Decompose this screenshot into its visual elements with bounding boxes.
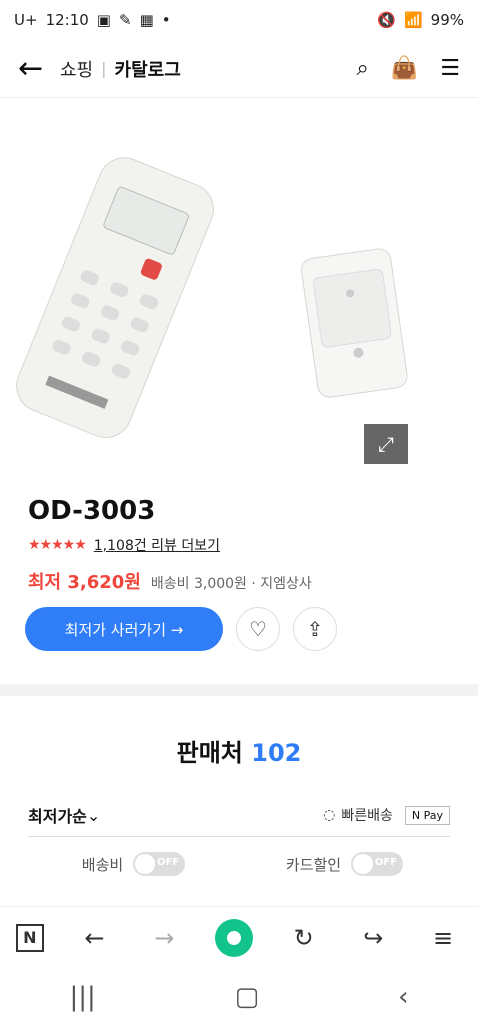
shipping-toggle[interactable]: OFF <box>133 852 186 876</box>
toggle-off-label: OFF <box>157 857 180 868</box>
header-actions: ⌕ 👜 ☰ <box>357 56 460 81</box>
status-bar: U+ 12:10 ▣ ✎ ▦ • 🔇 📶 99% <box>0 0 478 40</box>
forward-arrow-icon[interactable]: → <box>145 919 183 957</box>
remote-illustration <box>16 157 408 438</box>
green-circle-icon[interactable] <box>214 918 253 957</box>
naver-home-icon[interactable]: N <box>15 923 44 952</box>
recent-apps-icon[interactable]: ||| <box>69 982 95 1012</box>
gallery-icon: ▣ <box>96 11 111 29</box>
sellers-label: 판매처 <box>176 739 243 767</box>
npay-badge[interactable]: N Pay <box>404 805 450 825</box>
shipping-filter-label: 배송비 <box>81 855 124 874</box>
back-icon[interactable]: ← <box>18 51 52 86</box>
carrier-label: U+ <box>14 11 38 29</box>
reviews-link[interactable]: 1,108건 리뷰 더보기 <box>94 535 220 555</box>
share-arrow-icon[interactable]: ↪ <box>354 919 392 957</box>
sort-row: 최저가순 ⌄ ◌ 빠른배송 N Pay <box>28 798 450 832</box>
price-row: 최저 3,620원 배송비 3,000원 · 지엠상사 <box>28 568 312 594</box>
wifi-icon: 📶 <box>403 11 423 29</box>
shipping-seller: 배송비 3,000원 · 지엠상사 <box>150 576 312 592</box>
card-toggle[interactable]: OFF <box>351 852 404 876</box>
status-left: U+ 12:10 ▣ ✎ ▦ • <box>14 11 171 29</box>
product-image <box>0 100 478 480</box>
sellers-count: 102 <box>251 739 302 767</box>
menu-lines-icon[interactable]: ≡ <box>424 919 462 957</box>
product-title: OD-3003 <box>28 496 156 526</box>
edit-icon: ✎ <box>118 11 132 29</box>
wishlist-button[interactable]: ♡ <box>236 607 280 651</box>
shipping-filter: 배송비 OFF <box>28 852 239 876</box>
search-icon[interactable]: ⌕ <box>357 56 369 81</box>
share-icon: ⇪ <box>306 617 324 641</box>
header: ← 쇼핑 | 카탈로그 ⌕ 👜 ☰ <box>0 40 478 98</box>
cart-icon[interactable]: 👜 <box>391 56 418 81</box>
sort-divider <box>28 836 450 837</box>
refresh-icon[interactable]: ↻ <box>285 919 323 957</box>
home-icon[interactable]: ▢ <box>235 982 260 1012</box>
lowest-price: 최저 3,620원 <box>28 572 141 593</box>
status-right: 🔇 📶 99% <box>377 11 464 29</box>
time-label: 12:10 <box>45 11 89 29</box>
back-arrow-icon[interactable]: ← <box>76 919 114 957</box>
mute-icon: 🔇 <box>377 11 396 29</box>
buy-lowest-button[interactable]: 최저가 사러가기 → <box>25 607 223 651</box>
sellers-heading: 판매처 102 <box>0 733 478 768</box>
fullscreen-icon[interactable]: ⤢ <box>364 424 408 464</box>
system-back-icon[interactable]: ‹ <box>398 982 408 1012</box>
buy-lowest-label: 최저가 사러가기 → <box>64 620 184 639</box>
toggle-off-label-2: OFF <box>374 857 398 868</box>
menu-icon[interactable]: ☰ <box>440 56 460 81</box>
battery-label: 99% <box>430 11 464 29</box>
android-navigation: ||| ▢ ‹ <box>0 970 478 1024</box>
fast-shipping-label: 빠른배송 <box>341 808 393 824</box>
shopping-bag-status-icon: ▦ <box>139 11 154 29</box>
share-button[interactable]: ⇪ <box>293 607 337 651</box>
header-separator: | <box>101 59 107 78</box>
card-filter-label: 카드할인 <box>285 855 342 874</box>
check-circle-icon: ◌ <box>323 807 336 823</box>
catalog-title: 카탈로그 <box>114 59 181 81</box>
chevron-down-icon[interactable]: ⌄ <box>87 806 100 825</box>
dot-icon: • <box>161 11 171 29</box>
card-filter: 카드할인 OFF <box>239 852 450 876</box>
bottom-toolbar: N ← → ↻ ↪ ≡ <box>0 906 478 968</box>
filter-row: 배송비 OFF 카드할인 OFF <box>28 846 450 882</box>
sort-dropdown[interactable]: 최저가순 <box>28 803 87 827</box>
fast-shipping-filter[interactable]: ◌ 빠른배송 <box>323 805 393 825</box>
rating-stars-icon: ★★★★★ <box>28 537 87 553</box>
rating-row: ★★★★★ 1,108건 리뷰 더보기 <box>28 535 220 555</box>
section-divider <box>0 684 478 696</box>
heart-icon: ♡ <box>249 617 267 641</box>
shopping-link[interactable]: 쇼핑 <box>60 56 93 82</box>
